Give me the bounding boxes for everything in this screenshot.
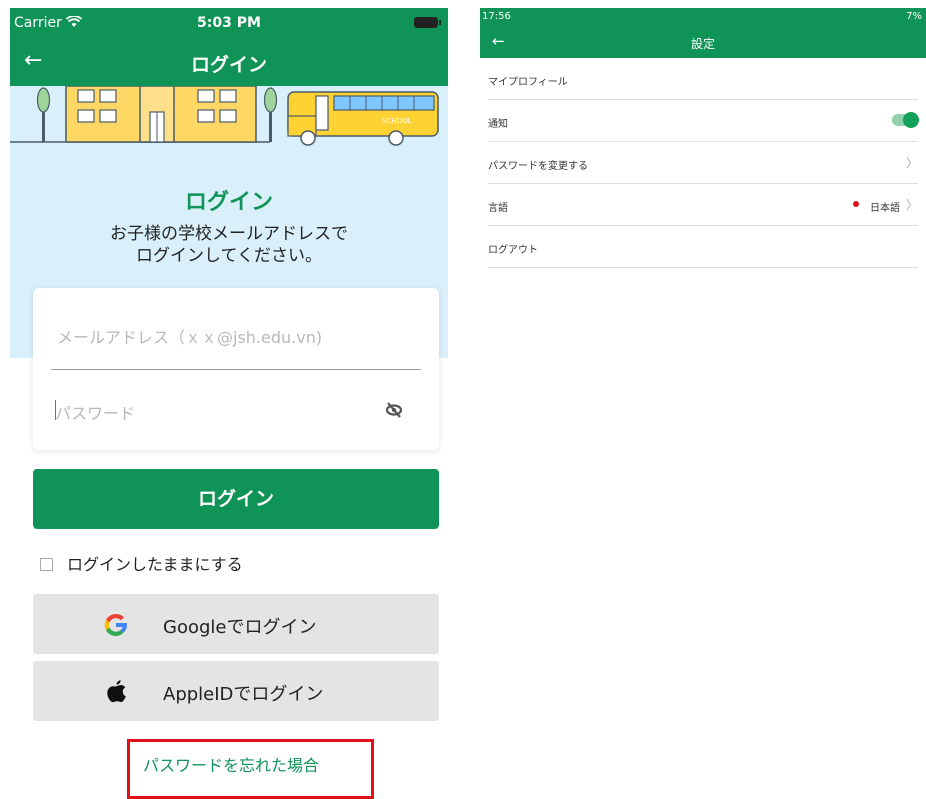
status-time: 5:03 PM (197, 15, 261, 31)
settings-item-label: 言語 (488, 203, 508, 214)
google-login-button[interactable]: Googleでログイン (33, 594, 439, 654)
settings-item-profile[interactable]: マイプロフィール (488, 58, 918, 100)
status-time: 17:56 (482, 11, 511, 22)
eye-off-icon[interactable] (385, 402, 403, 418)
school-illustration: SCHOOL (10, 86, 448, 168)
remember-checkbox[interactable] (40, 558, 53, 571)
login-button[interactable]: ログイン (33, 469, 439, 529)
battery-icon (414, 17, 441, 28)
japan-flag-icon (850, 199, 862, 209)
settings-item-language[interactable]: 言語 日本語 〉 (488, 184, 918, 226)
notification-toggle[interactable] (892, 112, 919, 128)
forgot-password-link[interactable]: パスワードを忘れた場合 (143, 752, 319, 776)
login-description-line1: お子様の学校メールアドレスで (110, 224, 348, 244)
login-screen: Carrier 5:03 PM ← ログイン SCHOOL ログイン お子様の学… (10, 8, 448, 799)
password-input[interactable]: パスワード (55, 400, 135, 424)
ios-status-bar: Carrier 5:03 PM (10, 8, 448, 38)
email-input[interactable]: メールアドレス（ｘｘ@jsh.edu.vn) (57, 324, 322, 348)
toggle-knob (903, 112, 919, 128)
android-status-bar: 17:56 7% (480, 8, 926, 26)
chevron-right-icon: 〉 (905, 156, 918, 170)
apple-login-label: AppleIDでログイン (163, 684, 324, 705)
remember-label: ログインしたままにする (67, 555, 243, 574)
settings-item-label: パスワードを変更する (488, 161, 588, 172)
settings-title: 設定 (690, 37, 715, 51)
settings-item-label: マイプロフィール (488, 77, 568, 88)
school-bus-illustration: SCHOOL (10, 86, 439, 146)
apple-login-button[interactable]: AppleIDでログイン (33, 661, 439, 721)
settings-item-label: 通知 (488, 119, 508, 130)
settings-item-logout[interactable]: ログアウト (488, 226, 918, 268)
login-description: お子様の学校メールアドレスで ログインしてください。 (10, 223, 448, 267)
settings-item-change-password[interactable]: パスワードを変更する 〉 (488, 142, 918, 184)
bus-text: SCHOOL (382, 117, 412, 125)
login-heading: ログイン (184, 190, 273, 215)
settings-screen: 17:56 7% ← 設定 マイプロフィール 通知 パスワードを変更する 〉 言… (480, 8, 926, 799)
email-underline (51, 369, 421, 370)
chevron-right-icon: 〉 (905, 198, 918, 212)
remember-me[interactable]: ログインしたままにする (40, 551, 243, 575)
login-form-card: メールアドレス（ｘｘ@jsh.edu.vn) パスワード (33, 288, 439, 450)
settings-item-notifications: 通知 (488, 100, 919, 142)
login-description-line2: ログインしてください。 (136, 246, 322, 266)
apple-icon (107, 680, 126, 703)
google-icon (104, 613, 127, 637)
nav-title: ログイン (190, 54, 267, 76)
nav-bar: ← ログイン (10, 38, 448, 86)
language-value: 日本語 (870, 203, 900, 214)
google-login-label: Googleでログイン (163, 617, 317, 638)
app-bar: ← 設定 (480, 26, 926, 58)
battery-percent: 7% (906, 11, 922, 22)
settings-item-label: ログアウト (488, 245, 538, 256)
